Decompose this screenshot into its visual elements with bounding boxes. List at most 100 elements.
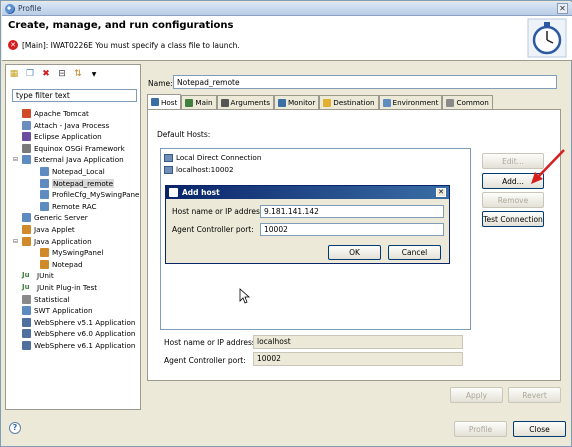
dialog-port-label: Agent Controller port: xyxy=(172,225,254,234)
tree-item[interactable]: ProfileCfg_MySwingPane xyxy=(40,189,139,200)
tree-item[interactable]: Ju JUnit xyxy=(22,270,54,281)
tree-item[interactable]: Ju JUnit Plug-in Test xyxy=(22,282,97,293)
config-type-icon xyxy=(22,132,31,142)
config-type-icon xyxy=(22,213,31,223)
tab-monitor[interactable]: Monitor xyxy=(273,95,320,109)
duplicate-config-icon[interactable]: ❐ xyxy=(24,68,36,80)
red-arrow-annotation xyxy=(531,149,565,184)
tree-item[interactable]: SWT Application xyxy=(22,305,93,316)
tree-item[interactable]: Generic Server xyxy=(22,212,88,223)
tab-label: Common xyxy=(456,98,489,107)
collapse-twisty-icon[interactable]: ⊟ xyxy=(13,156,18,163)
config-type-icon xyxy=(40,167,49,176)
test-connection-button[interactable]: Test Connection xyxy=(482,211,544,227)
agent-port-field: 10002 xyxy=(253,352,463,366)
collapse-all-icon[interactable]: ⊟ xyxy=(56,68,68,80)
tree-item-label: Generic Server xyxy=(34,213,88,223)
computer-icon xyxy=(164,165,173,174)
tree-item[interactable]: Java Applet xyxy=(22,224,75,235)
config-tabs: Host Main Arguments Monitor Destination Envir… xyxy=(147,94,561,109)
tree-item-label: WebSphere v5.1 Application xyxy=(34,317,136,327)
name-field[interactable] xyxy=(173,75,557,89)
config-type-icon xyxy=(22,120,31,130)
tab-host[interactable]: Host xyxy=(147,94,182,109)
dialog-cancel-button[interactable]: Cancel xyxy=(388,245,441,260)
host-item-local-direct[interactable]: Local Direct Connection xyxy=(164,153,261,162)
config-type-icon xyxy=(40,201,49,211)
tree-item[interactable]: ⊟ External Java Application xyxy=(13,154,124,165)
config-type-icon: Ju xyxy=(22,283,30,291)
dialog-host-label: Host name or IP address: xyxy=(172,207,267,216)
tree-item-label: Java Application xyxy=(34,236,92,246)
config-type-icon: Ju xyxy=(22,271,30,280)
apply-button[interactable]: Apply xyxy=(450,387,503,403)
config-type-icon xyxy=(22,109,31,118)
host-ip-label: Host name or IP address: xyxy=(164,338,259,347)
tree-item[interactable]: Eclipse Application xyxy=(22,131,102,142)
add-host-title-bar: Add host ✕ xyxy=(166,186,449,199)
tree-item-label: Notepad_Local xyxy=(52,167,105,176)
tree-item[interactable]: Apache Tomcat xyxy=(22,108,89,119)
config-type-icon xyxy=(22,306,31,316)
profile-button[interactable]: Profile xyxy=(454,421,507,437)
add-host-close-button[interactable]: ✕ xyxy=(436,188,446,197)
add-host-title: Add host xyxy=(182,188,220,197)
tab-icon xyxy=(446,98,455,107)
tab-icon xyxy=(220,98,229,107)
error-message: [Main]: IWAT0226E You must specify a cla… xyxy=(22,40,240,50)
tree-item[interactable]: Notepad_Local xyxy=(40,166,105,177)
tab-label: Destination xyxy=(333,98,375,107)
tab-label: Host xyxy=(161,97,178,107)
filter-icon[interactable]: ⇅ xyxy=(72,68,84,80)
add-host-dialog: Add host ✕ Host name or IP address: Agen… xyxy=(165,185,450,264)
tree-item[interactable]: MySwingPanel xyxy=(40,247,103,258)
revert-button[interactable]: Revert xyxy=(508,387,561,403)
tree-item[interactable]: ⊟ Java Application xyxy=(13,236,92,247)
tree-item-label: JUnit xyxy=(37,271,54,281)
tree-item-label: Notepad xyxy=(52,259,83,269)
agent-port-label: Agent Controller port: xyxy=(164,356,246,365)
tab-environment[interactable]: Environment xyxy=(378,95,443,109)
tree-item[interactable]: Remote RAC xyxy=(40,201,97,212)
config-type-icon xyxy=(22,341,31,350)
delete-config-icon[interactable]: ✖ xyxy=(40,68,52,80)
title-bar: Profile ✕ xyxy=(2,2,572,16)
tree-item[interactable]: Notepad xyxy=(40,259,83,270)
computer-icon xyxy=(164,153,173,162)
profile-app-icon xyxy=(5,4,15,14)
dialog-host-input[interactable] xyxy=(260,205,444,218)
tree-item[interactable]: Notepad_remote xyxy=(40,178,114,189)
tab-icon xyxy=(151,98,159,106)
tab-main[interactable]: Main xyxy=(181,95,217,109)
filter-menu-chevron-icon[interactable]: ▼ xyxy=(88,68,100,80)
close-button[interactable]: Close xyxy=(513,421,566,437)
error-icon: ✕ xyxy=(8,40,18,50)
window-close-button[interactable]: ✕ xyxy=(557,3,568,14)
config-type-icon xyxy=(40,248,49,258)
dialog-ok-button[interactable]: OK xyxy=(328,245,381,260)
tab-destination[interactable]: Destination xyxy=(319,95,379,109)
tree-item[interactable]: WebSphere v6.0 Application xyxy=(22,328,135,339)
tree-item[interactable]: Equinox OSGi Framework xyxy=(22,143,125,154)
tab-arguments[interactable]: Arguments xyxy=(216,95,274,109)
tree-item[interactable]: WebSphere v5.1 Application xyxy=(22,317,135,328)
tab-label: Arguments xyxy=(230,98,270,107)
tree-item-label: Attach - Java Process xyxy=(34,120,110,130)
tree-item[interactable]: Statistical xyxy=(22,294,70,305)
host-item-localhost[interactable]: localhost:10002 xyxy=(164,165,234,174)
filter-input[interactable] xyxy=(12,89,137,102)
tree-item[interactable]: Attach - Java Process xyxy=(22,120,109,131)
dialog-icon xyxy=(169,188,178,197)
mouse-cursor-icon xyxy=(239,288,251,304)
tree-item-label: External Java Application xyxy=(34,155,124,165)
tab-common[interactable]: Common xyxy=(442,95,493,109)
help-icon[interactable]: ? xyxy=(9,422,21,434)
tab-label: Monitor xyxy=(287,98,316,107)
new-config-icon[interactable]: ▦ xyxy=(8,68,20,80)
header-title: Create, manage, and run configurations xyxy=(8,20,234,31)
remove-button[interactable]: Remove xyxy=(482,192,544,208)
dialog-port-input[interactable] xyxy=(260,223,444,236)
tree-item-label: Apache Tomcat xyxy=(34,109,89,118)
collapse-twisty-icon[interactable]: ⊟ xyxy=(13,238,18,245)
tree-item[interactable]: WebSphere v6.1 Application xyxy=(22,340,135,351)
